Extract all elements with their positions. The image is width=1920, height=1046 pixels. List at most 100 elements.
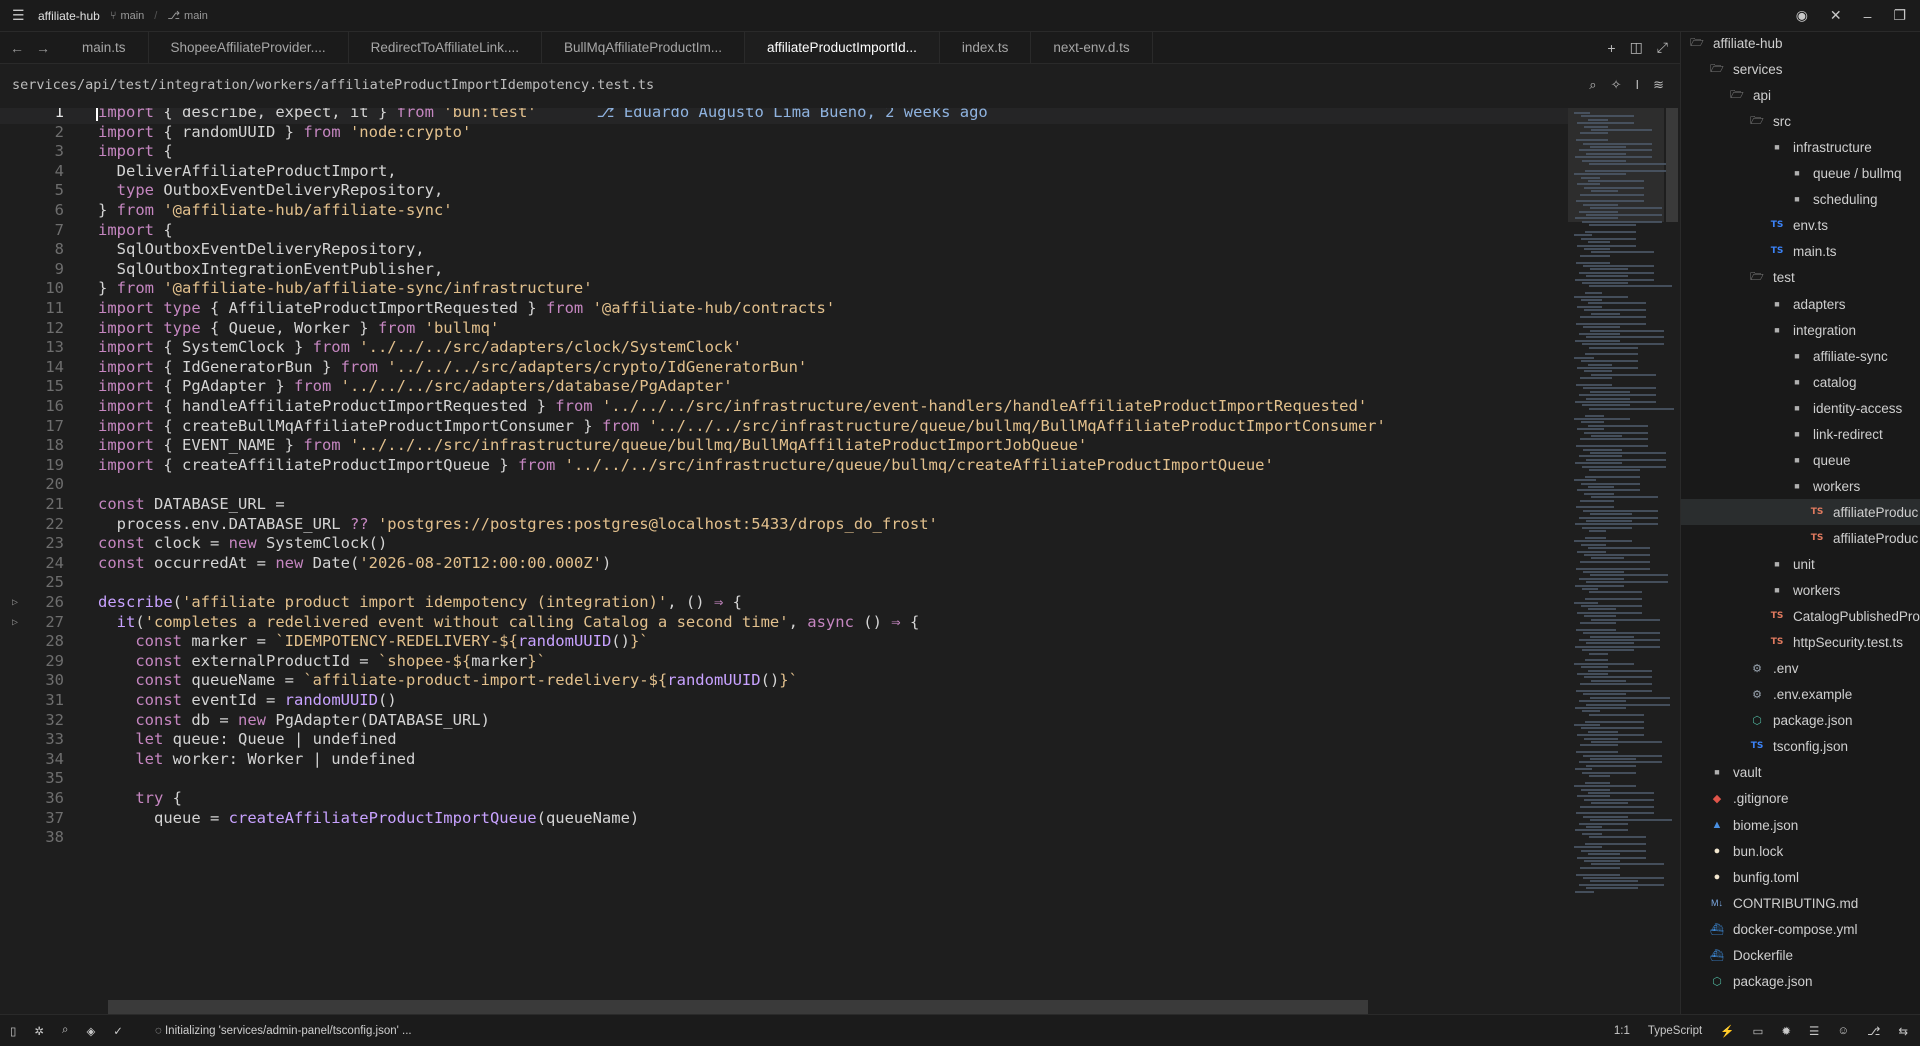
tree-item[interactable]: ■ unit bbox=[1681, 551, 1920, 577]
tab-5[interactable]: index.ts bbox=[940, 32, 1032, 63]
tree-item[interactable]: ▲ biome.json bbox=[1681, 812, 1920, 838]
code-line[interactable]: 38 bbox=[0, 825, 1570, 849]
tree-item[interactable]: ■ integration bbox=[1681, 317, 1920, 343]
tree-item[interactable]: TS env.ts bbox=[1681, 212, 1920, 238]
minimize-icon[interactable]: – bbox=[1864, 8, 1872, 24]
close-icon[interactable]: ✕ bbox=[1830, 7, 1842, 24]
vertical-scrollbar[interactable] bbox=[1666, 108, 1678, 222]
tree-item-label: .gitignore bbox=[1733, 790, 1789, 806]
tree-item[interactable]: 🗁 affiliate-hub bbox=[1681, 32, 1920, 56]
restore-icon[interactable]: ❐ bbox=[1893, 7, 1906, 24]
tree-item[interactable]: ⬡ package.json bbox=[1681, 707, 1920, 733]
tree-item[interactable]: ■ workers bbox=[1681, 473, 1920, 499]
git-icon[interactable]: ⎇ bbox=[1867, 1024, 1880, 1038]
fold-chevron-icon[interactable]: ▷ bbox=[12, 597, 18, 608]
tree-item[interactable]: ■ queue / bullmq bbox=[1681, 160, 1920, 186]
tree-item[interactable]: ● bunfig.toml bbox=[1681, 864, 1920, 890]
file-path[interactable]: services/api/test/integration/workers/af… bbox=[12, 77, 654, 93]
code-text: import type { AffiliateProductImportRequ… bbox=[70, 299, 835, 317]
ai-icon[interactable]: ✲ bbox=[34, 1024, 44, 1038]
branch-selector[interactable]: ⑂ main bbox=[110, 10, 144, 22]
tab-4[interactable]: affiliateProductImportId... bbox=[745, 32, 940, 63]
minimap-line bbox=[1574, 112, 1590, 114]
tab-6[interactable]: next-env.d.ts bbox=[1031, 32, 1153, 63]
tree-item[interactable]: M↓ CONTRIBUTING.md bbox=[1681, 890, 1920, 916]
tree-item[interactable]: TS tsconfig.json bbox=[1681, 733, 1920, 759]
tree-item[interactable]: ■ workers bbox=[1681, 577, 1920, 603]
tree-item[interactable]: ■ vault bbox=[1681, 759, 1920, 785]
avatar[interactable]: ◉ bbox=[1796, 7, 1808, 24]
minimap-line bbox=[1576, 628, 1616, 631]
tab-2[interactable]: RedirectToAffiliateLink.... bbox=[349, 32, 542, 63]
tree-item[interactable]: ■ catalog bbox=[1681, 369, 1920, 395]
minimap-line bbox=[1575, 645, 1660, 648]
typescript-icon: TS bbox=[1770, 220, 1784, 230]
diagnostics-icon[interactable]: ◈ bbox=[86, 1024, 95, 1038]
text-cursor-icon[interactable]: I bbox=[1635, 77, 1639, 93]
tree-item[interactable]: ■ scheduling bbox=[1681, 186, 1920, 212]
tab-3[interactable]: BullMqAffiliateProductIm... bbox=[542, 32, 746, 63]
tree-item[interactable]: ■ queue bbox=[1681, 447, 1920, 473]
tree-item[interactable]: ⛴ docker-compose.yml bbox=[1681, 916, 1920, 942]
tree-item[interactable]: 🗁 api bbox=[1681, 82, 1920, 108]
tab-0[interactable]: main.ts bbox=[60, 32, 149, 63]
minimap-line bbox=[1577, 428, 1604, 431]
horizontal-scrollbar[interactable] bbox=[108, 1000, 1368, 1014]
sparkle-icon[interactable]: ✧ bbox=[1611, 77, 1622, 93]
minimap-line bbox=[1579, 761, 1662, 764]
tree-item-label: .env.example bbox=[1773, 686, 1853, 702]
tree-item[interactable]: TS affiliateProduc bbox=[1681, 525, 1920, 551]
terminal-icon[interactable]: ▭ bbox=[1753, 1024, 1764, 1038]
minimap-line bbox=[1586, 887, 1638, 890]
tree-item[interactable]: 🗁 test bbox=[1681, 264, 1920, 290]
fold-chevron-icon[interactable]: ▷ bbox=[12, 617, 18, 628]
translate-icon[interactable]: ⚡ bbox=[1720, 1024, 1734, 1038]
forward-icon[interactable]: → bbox=[36, 40, 50, 56]
tree-item[interactable]: TS httpSecurity.test.ts bbox=[1681, 629, 1920, 655]
code-editor[interactable]: 1 import { describe, expect, it } from 'b… bbox=[0, 108, 1570, 1014]
new-tab-icon[interactable]: + bbox=[1607, 40, 1615, 56]
tree-item[interactable]: ■ infrastructure bbox=[1681, 134, 1920, 160]
branch-selector-secondary[interactable]: ⎇ main bbox=[167, 9, 208, 23]
tree-item[interactable]: TS affiliateProduc bbox=[1681, 499, 1920, 525]
tree-item[interactable]: ■ affiliate-sync bbox=[1681, 343, 1920, 369]
minimap-line bbox=[1576, 445, 1648, 448]
back-icon[interactable]: ← bbox=[10, 40, 24, 56]
minimap-line bbox=[1580, 316, 1646, 318]
cursor-position[interactable]: 1:1 bbox=[1614, 1025, 1630, 1037]
tree-item[interactable]: 🗁 src bbox=[1681, 108, 1920, 134]
code-text: const DATABASE_URL = bbox=[70, 495, 285, 513]
tree-item[interactable]: TS main.ts bbox=[1681, 238, 1920, 264]
maximize-icon[interactable]: ⤢ bbox=[1657, 39, 1668, 56]
language-mode[interactable]: TypeScript bbox=[1648, 1025, 1702, 1037]
tree-item[interactable]: ◆ .gitignore bbox=[1681, 785, 1920, 811]
tree-item[interactable]: ■ link-redirect bbox=[1681, 421, 1920, 447]
tree-item[interactable]: ⚙ .env bbox=[1681, 655, 1920, 681]
tree-item[interactable]: ■ identity-access bbox=[1681, 395, 1920, 421]
tree-item[interactable]: 🗁 services bbox=[1681, 56, 1920, 82]
tree-item[interactable]: ● bun.lock bbox=[1681, 838, 1920, 864]
tree-item[interactable]: ⛴ Dockerfile bbox=[1681, 942, 1920, 968]
tree-item[interactable]: ⚙ .env.example bbox=[1681, 681, 1920, 707]
check-icon[interactable]: ✓ bbox=[113, 1024, 123, 1038]
toggle-panel-icon[interactable]: ▯ bbox=[10, 1024, 16, 1038]
debug-icon[interactable]: ✹ bbox=[1781, 1024, 1791, 1038]
tree-item[interactable]: ■ adapters bbox=[1681, 291, 1920, 317]
tab-1[interactable]: ShopeeAffiliateProvider.... bbox=[149, 32, 349, 63]
split-view-icon[interactable]: ◫ bbox=[1630, 39, 1643, 56]
outline-icon[interactable]: ☰ bbox=[1809, 1024, 1819, 1038]
code-token: { bbox=[723, 593, 742, 611]
menu-icon[interactable]: ☰ bbox=[12, 7, 28, 24]
search-icon[interactable]: ⌕ bbox=[1589, 77, 1596, 93]
code-token: const bbox=[135, 671, 182, 689]
project-name[interactable]: affiliate-hub bbox=[38, 9, 100, 23]
minimap[interactable] bbox=[1568, 108, 1674, 1014]
collab-icon[interactable]: ☺ bbox=[1837, 1025, 1849, 1037]
tree-item[interactable]: ⬡ package.json bbox=[1681, 968, 1920, 994]
settings-sliders-icon[interactable]: ≋ bbox=[1653, 77, 1664, 93]
tree-item[interactable]: TS CatalogPublishedPro bbox=[1681, 603, 1920, 629]
search-icon[interactable]: ⌕ bbox=[62, 1024, 68, 1037]
notification-icon[interactable]: ⇆ bbox=[1898, 1024, 1908, 1038]
minimap-line bbox=[1577, 856, 1646, 859]
